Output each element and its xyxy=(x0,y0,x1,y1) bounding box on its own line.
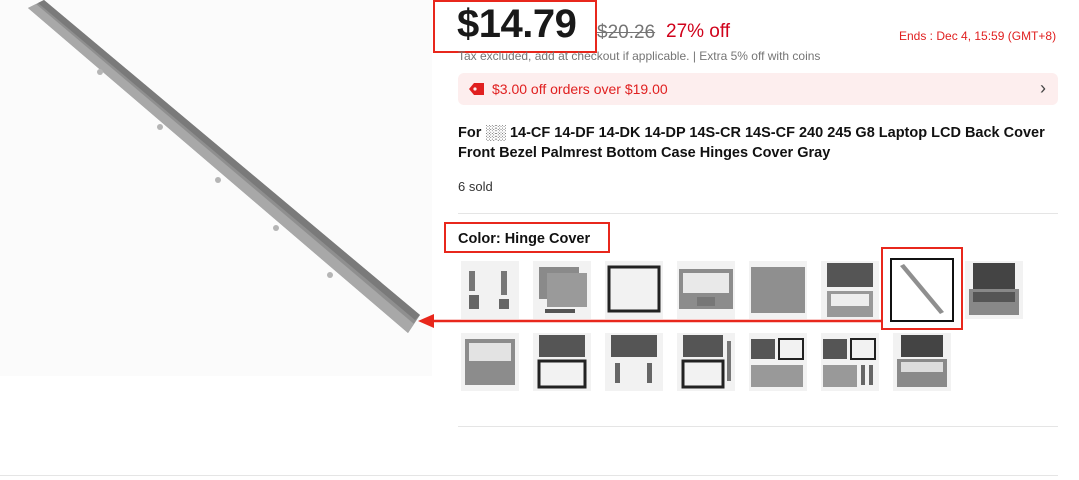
discount-badge: 27% off xyxy=(666,21,731,42)
selected-variant-highlight xyxy=(881,247,963,330)
tag-icon xyxy=(469,82,485,101)
variant-thumb-bezel-set[interactable] xyxy=(749,333,807,391)
variant-thumb-back-cover-bezel[interactable] xyxy=(533,333,591,391)
divider xyxy=(458,213,1058,214)
variant-label-highlight xyxy=(444,222,610,253)
variant-thumb-palmrest[interactable] xyxy=(461,333,519,391)
variant-thumb-full-set-b[interactable] xyxy=(893,333,951,391)
variant-thumb-full-set-a[interactable] xyxy=(821,333,879,391)
sale-end-time: Ends : Dec 4, 15:59 (GMT+8) xyxy=(899,29,1057,43)
divider xyxy=(458,426,1058,427)
variant-thumb-back-bezel-hinges[interactable] xyxy=(677,333,735,391)
sold-count: 6 sold xyxy=(458,179,493,194)
chevron-right-icon: › xyxy=(1040,78,1046,98)
price-highlight-box xyxy=(433,0,597,53)
variant-thumb-back-cover-hinges[interactable] xyxy=(605,333,663,391)
tax-note: Tax excluded, add at checkout if applica… xyxy=(458,49,821,63)
product-main-image xyxy=(0,0,432,376)
original-price: $20.26 xyxy=(597,22,656,43)
product-title: For ░░ 14-CF 14-DF 14-DK 14-DP 14S-CR 14… xyxy=(458,125,1045,161)
coupon-banner[interactable]: $3.00 off orders over $19.00 › xyxy=(458,73,1058,105)
annotation-arrow xyxy=(418,314,882,328)
coupon-text: $3.00 off orders over $19.00 xyxy=(492,81,668,97)
variant-thumb-laptop-shell[interactable] xyxy=(965,261,1023,319)
divider xyxy=(0,475,1058,476)
